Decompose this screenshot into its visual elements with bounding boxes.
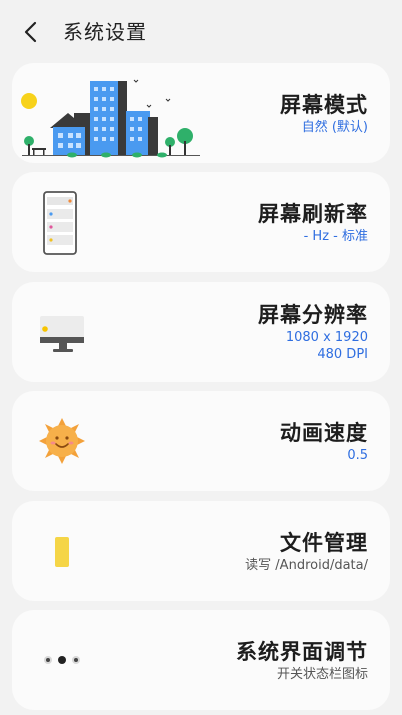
file-management-title: 文件管理 (280, 530, 368, 555)
screen-mode-title: 屏幕模式 (280, 92, 368, 117)
animation-speed-card[interactable]: 动画速度 0.5 (12, 391, 390, 491)
chevron-left-icon[interactable] (18, 18, 46, 46)
app-header: 系统设置 (0, 0, 402, 62)
resolution-card[interactable]: 屏幕分辨率 1080 x 1920 480 DPI (12, 282, 390, 382)
sun-face-icon (39, 418, 85, 464)
monitor-icon (40, 316, 84, 352)
animation-speed-value: 0.5 (347, 447, 368, 463)
animation-speed-title: 动画速度 (280, 420, 368, 445)
phone-list-icon (43, 191, 77, 255)
refresh-rate-value: - Hz - 标准 (303, 228, 368, 244)
system-ui-card[interactable]: 系统界面调节 开关状态栏图标 (12, 610, 390, 710)
resolution-title: 屏幕分辨率 (258, 303, 368, 327)
refresh-rate-card[interactable]: 屏幕刷新率 - Hz - 标准 (12, 172, 390, 272)
resolution-dpi: 480 DPI (317, 347, 368, 362)
refresh-rate-title: 屏幕刷新率 (258, 201, 368, 226)
page-title: 系统设置 (63, 20, 147, 44)
city-skyline-icon (21, 79, 200, 158)
file-management-card[interactable]: 文件管理 读写 /Android/data/ (12, 501, 390, 601)
file-management-path: 读写 /Android/data/ (245, 557, 368, 573)
system-ui-value: 开关状态栏图标 (276, 666, 368, 682)
screen-mode-card[interactable]: 屏幕模式 自然 (默认) (12, 63, 390, 163)
screen-mode-value: 自然 (默认) (301, 119, 368, 135)
file-icon (55, 537, 69, 567)
system-ui-title: 系统界面调节 (236, 639, 368, 664)
dots-icon (44, 656, 80, 664)
resolution-size: 1080 x 1920 (285, 330, 368, 345)
